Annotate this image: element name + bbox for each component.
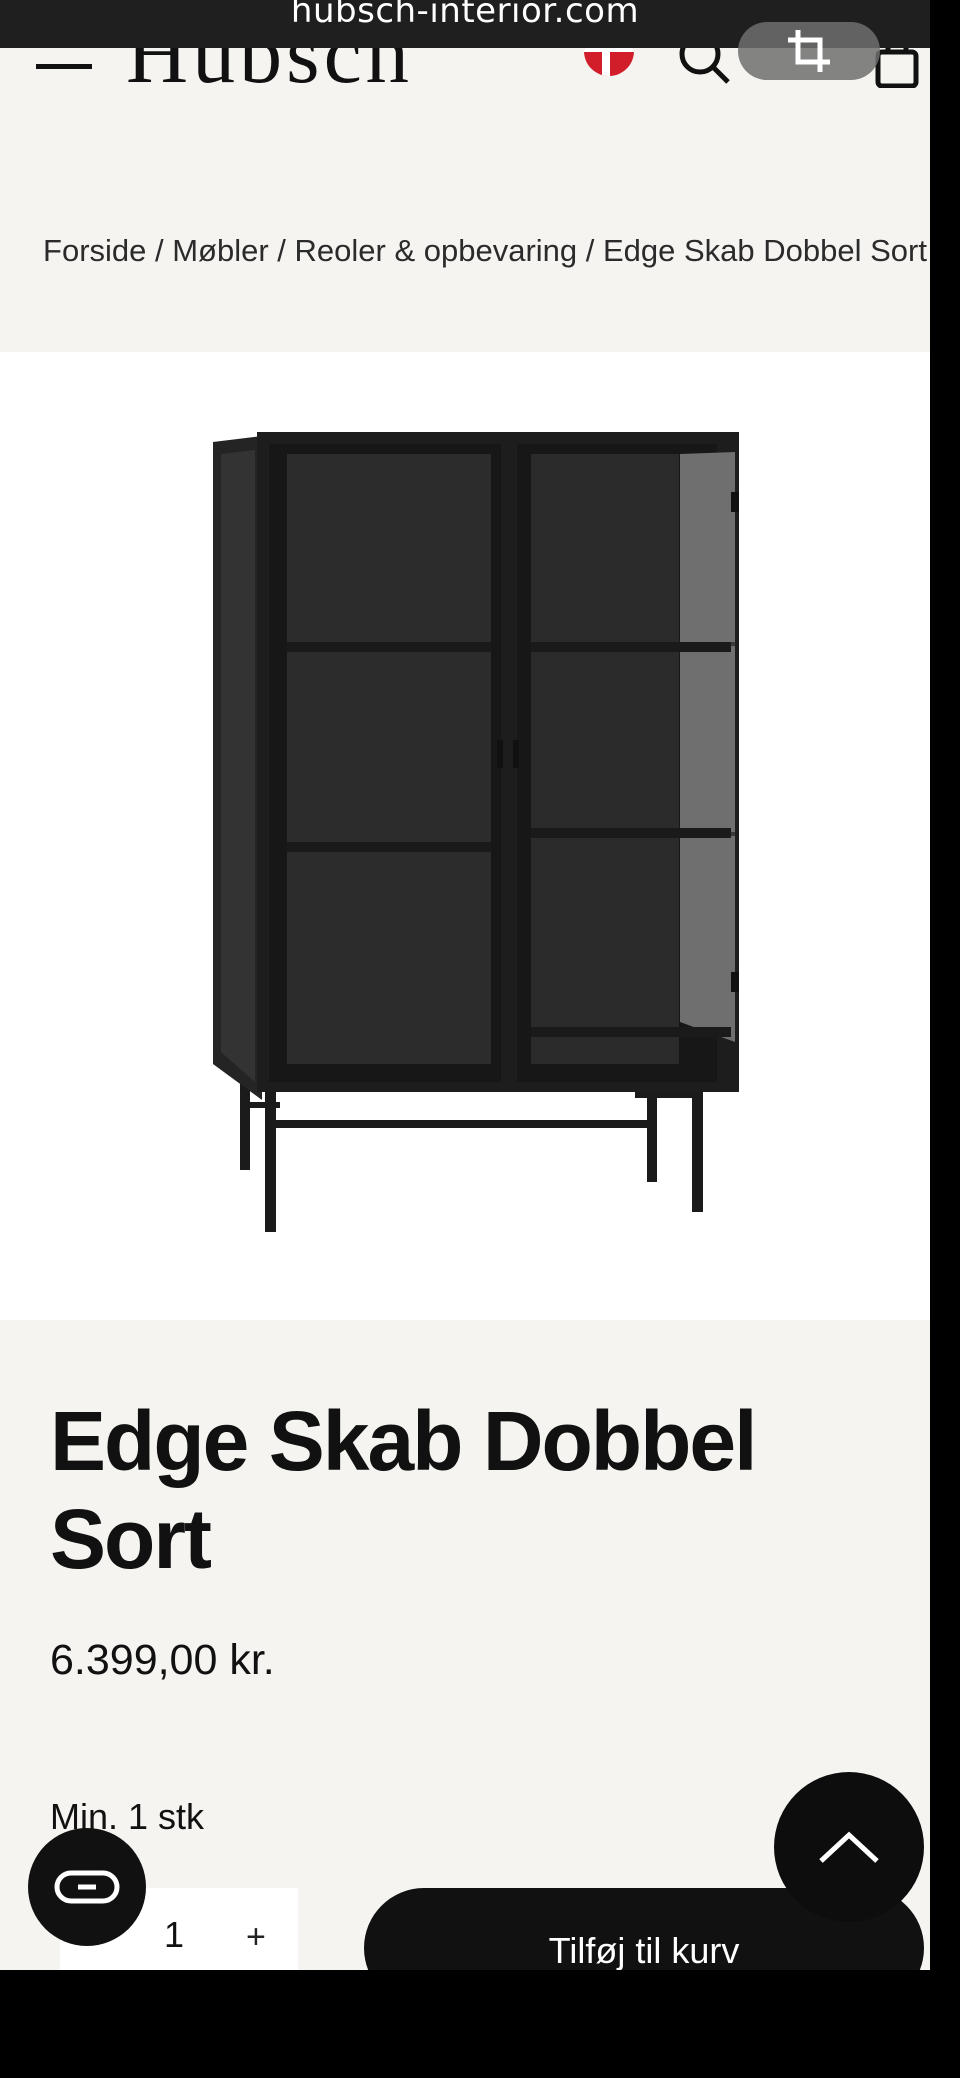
product-image[interactable] <box>195 432 775 1242</box>
danish-flag-icon[interactable] <box>584 48 634 76</box>
phone-viewport: hubsch-interior.com Hübsch Forside / Møb… <box>0 0 930 1970</box>
search-icon[interactable] <box>676 48 732 86</box>
add-to-cart-label: Tilføj til kurv <box>548 1930 740 1970</box>
scroll-to-top-button[interactable] <box>774 1772 924 1922</box>
chevron-up-icon <box>819 1831 879 1863</box>
breadcrumb[interactable]: Forside / Møbler / Reoler & opbevaring /… <box>40 226 930 276</box>
quantity-input[interactable]: 1 <box>164 1914 184 1956</box>
crop-icon <box>788 30 830 72</box>
chat-button[interactable] <box>28 1828 146 1946</box>
chat-icon <box>54 1870 120 1904</box>
product-title: Edge Skab Dobbel Sort <box>50 1394 757 1586</box>
url-text: hubsch-interior.com <box>290 0 640 31</box>
product-price: 6.399,00 kr. <box>50 1636 275 1684</box>
site-logo[interactable]: Hübsch <box>126 48 413 88</box>
quantity-increase-button[interactable]: + <box>246 1918 266 1957</box>
product-image-area <box>0 352 930 1320</box>
crop-button[interactable] <box>738 22 880 80</box>
menu-icon[interactable] <box>36 50 92 86</box>
